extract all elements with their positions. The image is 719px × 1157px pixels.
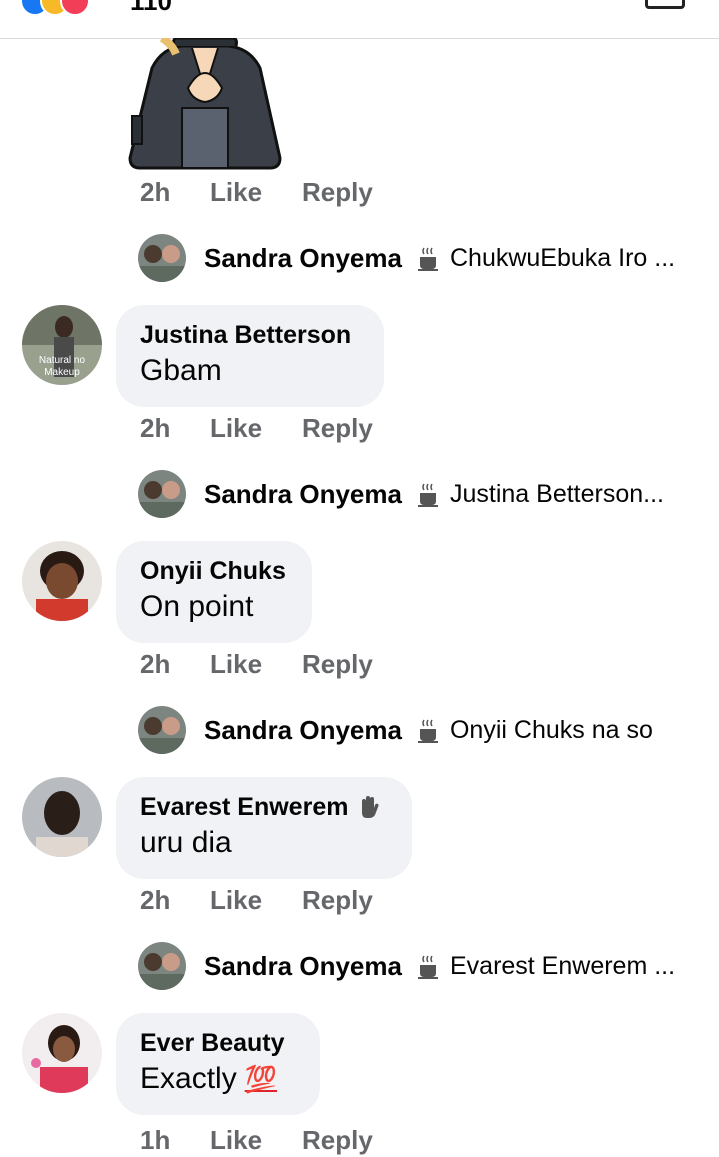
commenter-name[interactable]: Justina Betterson	[140, 319, 360, 351]
comment-time: 2h	[140, 884, 171, 915]
avatar[interactable]	[138, 234, 186, 282]
reply-text: Onyii Chuks na so	[416, 716, 653, 745]
reply-preview[interactable]: Sandra Onyema Evarest Enwerem ...	[138, 941, 675, 991]
reply-snippet: ChukwuEbuka Iro ...	[449, 243, 676, 272]
comment-text-row: Exactly 💯	[140, 1059, 296, 1099]
coffee-icon	[417, 483, 438, 507]
reply-author[interactable]: Sandra Onyema	[204, 479, 402, 510]
like-button[interactable]: Like	[210, 885, 302, 916]
reply-snippet: Evarest Enwerem ...	[449, 951, 676, 980]
avatar-caption: Natural no	[39, 355, 86, 366]
reaction-count[interactable]: 110	[130, 0, 172, 17]
reply-button[interactable]: Reply	[302, 177, 373, 208]
avatar[interactable]: Natural no Makeup	[22, 305, 102, 385]
reply-button[interactable]: Reply	[302, 413, 373, 444]
comment-bubble[interactable]: Evarest Enwerem uru dia	[116, 777, 412, 879]
comment-time: 1h	[140, 1124, 171, 1155]
comment-text: uru dia	[140, 826, 232, 859]
comment-actions: 2h Like Reply	[140, 647, 373, 681]
coffee-icon	[417, 247, 438, 271]
reply-author[interactable]: Sandra Onyema	[204, 951, 402, 982]
comment-bubble[interactable]: Ever Beauty Exactly 💯	[116, 1013, 320, 1115]
comment-text: On point	[140, 590, 254, 623]
reply-text: ChukwuEbuka Iro ...	[416, 244, 675, 273]
coffee-icon	[417, 955, 438, 979]
reply-text: Justina Betterson...	[416, 480, 664, 509]
comment-time: 2h	[140, 648, 171, 679]
like-button[interactable]: Like	[210, 413, 302, 444]
reactions-bar: 110	[0, 0, 719, 39]
reply-button[interactable]: Reply	[302, 885, 373, 916]
comment-time: 2h	[140, 176, 171, 207]
reply-button[interactable]: Reply	[302, 1125, 373, 1156]
reply-button[interactable]: Reply	[302, 649, 373, 680]
avatar[interactable]	[22, 777, 102, 857]
reply-text: Evarest Enwerem ...	[416, 952, 675, 981]
avatar[interactable]	[138, 470, 186, 518]
commenter-name[interactable]: Ever Beauty	[140, 1027, 296, 1059]
like-button[interactable]: Like	[210, 177, 302, 208]
avatar[interactable]	[22, 541, 102, 621]
avatar[interactable]	[138, 706, 186, 754]
praying-hands-sticker	[122, 34, 288, 170]
share-icon[interactable]	[645, 0, 685, 9]
reply-snippet: Onyii Chuks na so	[449, 715, 653, 744]
like-button[interactable]: Like	[210, 1125, 302, 1156]
comment-bubble[interactable]: Justina Betterson Gbam	[116, 305, 384, 407]
comment-actions: 2h Like Reply	[140, 175, 373, 209]
coffee-icon	[417, 719, 438, 743]
reply-preview[interactable]: Sandra Onyema Justina Betterson...	[138, 469, 664, 519]
like-button[interactable]: Like	[210, 649, 302, 680]
commenter-name[interactable]: Evarest Enwerem	[140, 791, 348, 823]
reply-author[interactable]: Sandra Onyema	[204, 243, 402, 274]
avatar[interactable]	[22, 1013, 102, 1093]
reply-snippet: Justina Betterson...	[449, 479, 664, 508]
comment-actions: 1h Like Reply	[140, 1123, 373, 1157]
reply-author[interactable]: Sandra Onyema	[204, 715, 402, 746]
reply-preview[interactable]: Sandra Onyema ChukwuEbuka Iro ...	[138, 233, 675, 283]
love-reaction-icon	[60, 0, 90, 16]
comment-actions: 2h Like Reply	[140, 883, 373, 917]
avatar[interactable]	[138, 942, 186, 990]
reply-preview[interactable]: Sandra Onyema Onyii Chuks na so	[138, 705, 653, 755]
comment-time: 2h	[140, 412, 171, 443]
commenter-name[interactable]: Onyii Chuks	[140, 555, 288, 587]
comment-text: Gbam	[140, 354, 222, 387]
commenter-name-row: Evarest Enwerem	[140, 791, 388, 823]
hundred-points-emoji: 💯	[244, 1064, 278, 1094]
comment-actions: 2h Like Reply	[140, 411, 373, 445]
comment-text: Exactly	[140, 1062, 237, 1095]
comment-bubble[interactable]: Onyii Chuks On point	[116, 541, 312, 643]
waving-hand-icon	[362, 796, 379, 818]
svg-text:Makeup: Makeup	[44, 367, 80, 378]
